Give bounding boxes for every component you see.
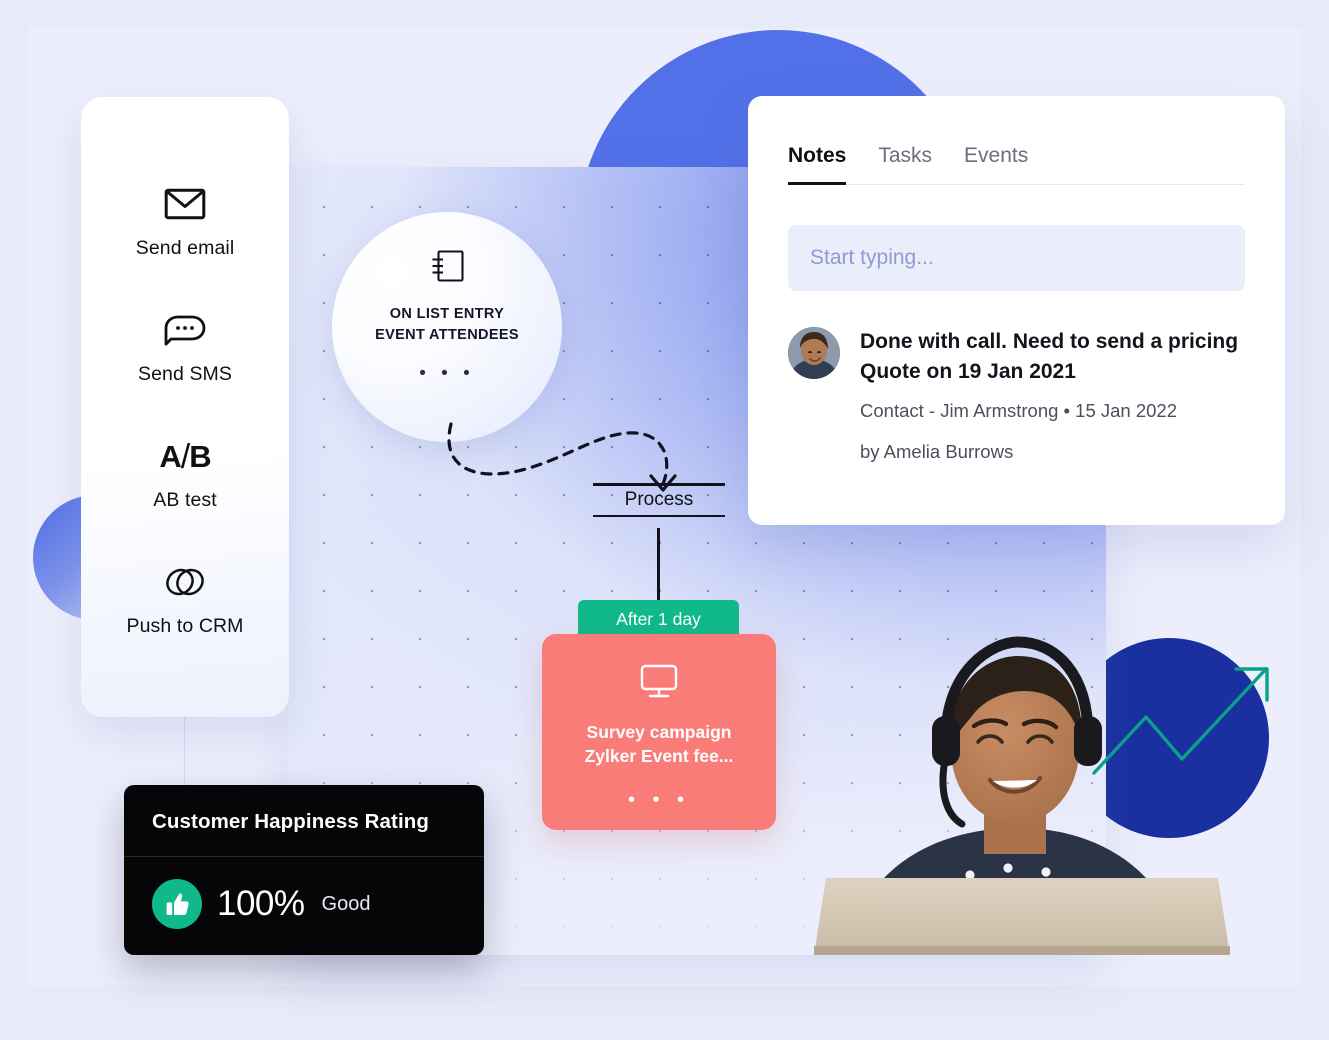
support-agent-photo: [812, 620, 1232, 955]
list-entry-icon: [426, 245, 468, 292]
happiness-title: Customer Happiness Rating: [152, 810, 430, 833]
action-push-to-crm[interactable]: Push to CRM: [126, 562, 243, 638]
chain-link-icon: [163, 562, 207, 602]
ab-letter-b: B: [189, 439, 211, 474]
note-meta-contact: Contact - Jim Armstrong • 15 Jan 2022: [860, 399, 1178, 421]
ab-slash: /: [180, 437, 191, 476]
note-meta-author: by Amelia Burrows: [860, 440, 1014, 462]
notes-tab-bar: Notes Tasks Events: [788, 96, 1245, 185]
tab-notes[interactable]: Notes: [788, 144, 847, 185]
process-connector-stem: [657, 528, 660, 600]
happiness-value-row: 100% Good: [124, 857, 484, 929]
screenshot-root: ON LIST ENTRY EVENT ATTENDEES • • • Proc…: [0, 0, 1329, 1040]
trigger-title-line2: EVENT ATTENDEES: [375, 327, 519, 344]
ab-letter-a: A: [159, 439, 181, 474]
happiness-qualifier: Good: [321, 892, 371, 915]
trigger-more-options[interactable]: • • •: [419, 364, 475, 383]
envelope-icon: [164, 184, 206, 224]
monitor-icon: [637, 662, 681, 707]
note-input-placeholder: Start typing...: [810, 246, 934, 269]
workflow-process-node[interactable]: Process: [593, 483, 725, 517]
action-label: AB test: [153, 489, 217, 511]
process-bottom-rule: [593, 514, 725, 517]
action-send-sms[interactable]: Send SMS: [138, 310, 232, 386]
workflow-trigger-node[interactable]: ON LIST ENTRY EVENT ATTENDEES • • •: [332, 212, 562, 442]
actions-panel: Send email Send SMS A / B AB test Push t…: [81, 97, 289, 717]
action-ab-test[interactable]: A / B AB test: [153, 436, 217, 512]
survey-title-line2: Zylker Event fee...: [584, 745, 734, 766]
thumbs-up-icon: [152, 879, 202, 929]
survey-more-options[interactable]: • • •: [628, 790, 690, 810]
customer-happiness-card: Customer Happiness Rating 100% Good: [124, 785, 484, 955]
action-label: Push to CRM: [126, 615, 244, 637]
action-label: Send SMS: [137, 363, 232, 385]
note-list-item[interactable]: Done with call. Need to send a pricing Q…: [788, 327, 1245, 469]
delay-label: After 1 day: [616, 608, 701, 629]
happiness-percentage: 100%: [217, 884, 305, 923]
process-label: Process: [624, 488, 694, 510]
tab-events[interactable]: Events: [964, 144, 1028, 185]
action-send-email[interactable]: Send email: [136, 184, 235, 260]
chat-bubble-dots-icon: [162, 310, 208, 350]
notes-panel: Notes Tasks Events Start typing... Done …: [748, 96, 1285, 525]
note-body: Done with call. Need to send a pricing Q…: [860, 327, 1245, 469]
action-label: Send email: [135, 237, 235, 259]
tab-tasks[interactable]: Tasks: [878, 144, 932, 185]
survey-title-line1: Survey campaign: [586, 722, 732, 742]
workflow-delay-badge[interactable]: After 1 day: [578, 600, 739, 638]
workflow-survey-card[interactable]: Survey campaign Zylker Event fee... • • …: [542, 634, 776, 830]
avatar: [788, 327, 840, 379]
note-text: Done with call. Need to send a pricing Q…: [860, 330, 1239, 383]
trigger-title-line1: ON LIST ENTRY: [389, 306, 505, 322]
note-input[interactable]: Start typing...: [788, 225, 1245, 291]
ab-split-icon: A / B: [159, 437, 211, 477]
